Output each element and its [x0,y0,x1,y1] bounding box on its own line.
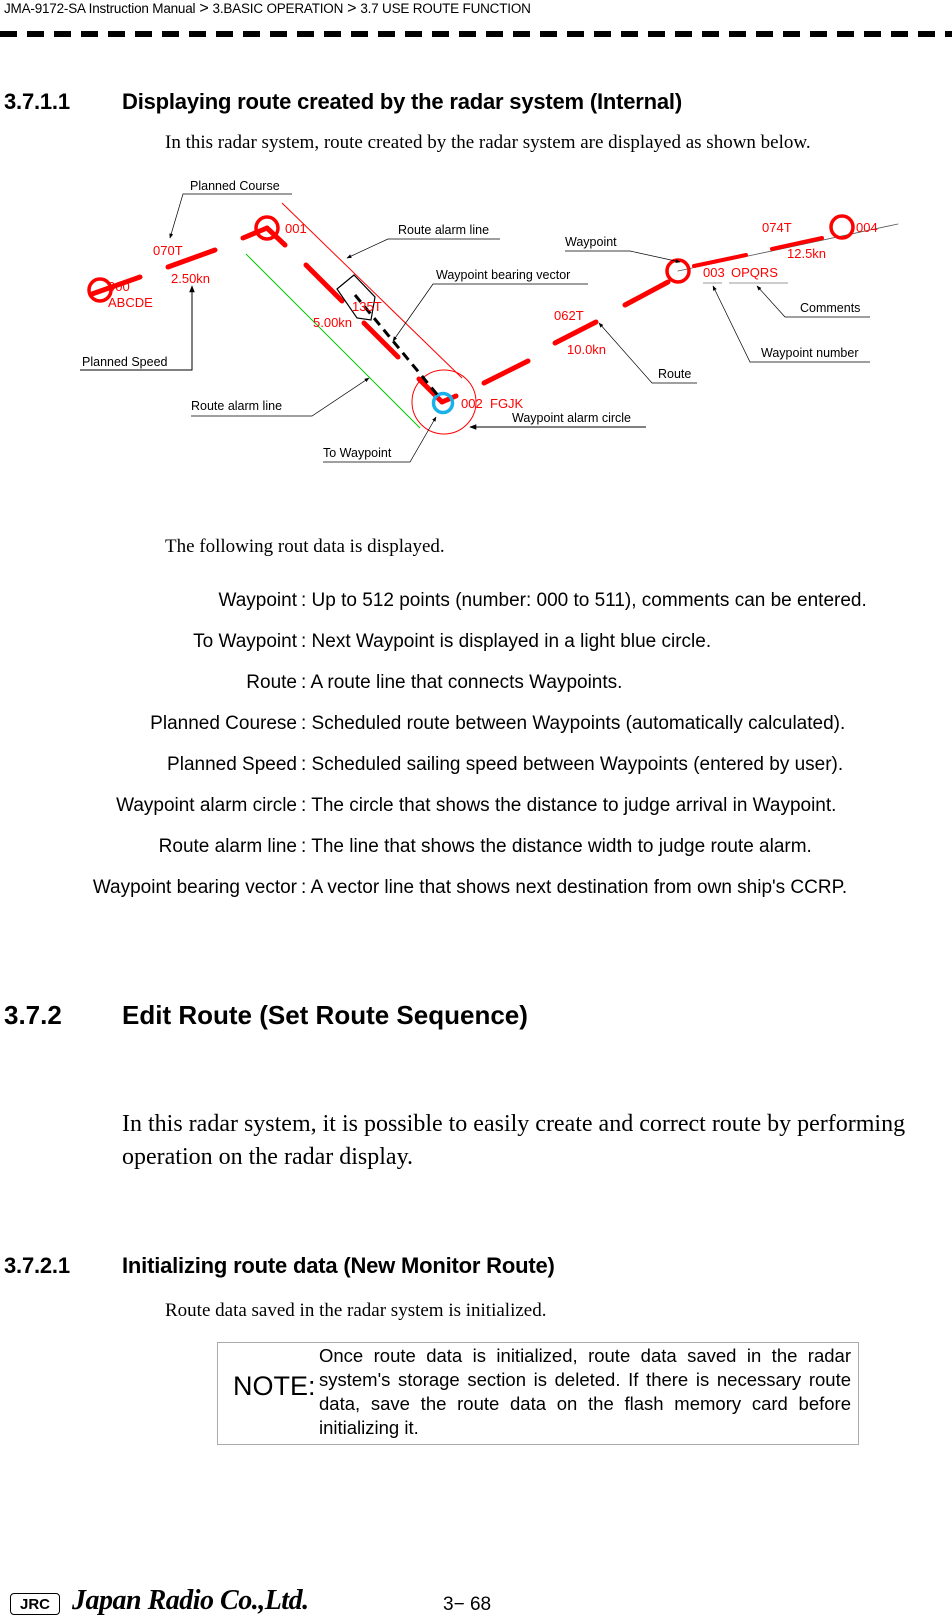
planned-speed-leg3: 10.0kn [567,342,606,357]
waypoint-comment-002: FGJK [490,396,524,411]
definition-desc: : A vector line that shows next destinat… [301,877,848,898]
waypoint-comment-000: ABCDE [108,295,153,310]
definition-term: To Waypoint [193,631,297,652]
definition-term: Waypoint [218,590,298,611]
definition-term: Planned Courese [150,713,297,734]
callout-comments: Comments [800,301,860,315]
breadcrumb-separator: > [199,0,209,17]
callout-route-alarm-line-top: Route alarm line [398,223,489,237]
running-header-breadcrumb: JMA-9172-SA Instruction Manual >3.BASIC O… [4,0,531,18]
note-label: NOTE: [233,1371,316,1401]
callout-waypoint: Waypoint [565,235,617,249]
section-title: Edit Route (Set Route Sequence) [122,1000,528,1030]
waypoint-004[interactable] [829,214,855,240]
note-text: Once route data is initialized, route da… [319,1345,851,1438]
definition-term: Waypoint alarm circle [116,795,297,816]
callout-route-alarm-line-bottom: Route alarm line [191,399,282,413]
section-heading-3721: 3.7.2.1 Initializing route data (New Moni… [4,1253,555,1279]
section-title: Initializing route data (New Monitor Rou… [122,1253,555,1278]
waypoint-number-001: 001 [285,221,307,236]
route-data-intro: The following rout data is displayed. [165,536,445,557]
callout-to-waypoint: To Waypoint [323,446,392,460]
planned-speed-leg4: 12.5kn [787,246,826,261]
waypoint-number-004: 004 [856,220,878,235]
callout-planned-course: Planned Course [190,179,280,193]
waypoint-comment-003: OPQRS [731,265,778,280]
callout-leader [346,238,500,259]
planned-course-leg3: 062T [554,308,584,323]
callout-leader [565,250,681,263]
breadcrumb-chapter[interactable]: 3.BASIC OPERATION [213,1,344,16]
company-name: Japan Radio Co.,Ltd. [72,1585,309,1616]
callout-waypoint-number: Waypoint number [761,346,859,360]
section-heading-3711: 3.7.1.1 Displaying route created by the r… [4,89,682,115]
section-number: 3.7.2.1 [4,1253,70,1278]
page-number: 3− 68 [443,1594,492,1615]
section-body: In this radar system, it is possible to … [122,1111,906,1170]
definition-desc: : Scheduled sailing speed between Waypoi… [301,754,844,775]
callout-waypoint-bearing-vector: Waypoint bearing vector [436,268,570,282]
waypoint-number-003: 003 [703,265,725,280]
waypoint-number-002: 002 [461,396,483,411]
definition-desc: : Scheduled route between Waypoints (aut… [301,713,846,734]
section-intro: In this radar system, route created by t… [165,132,811,153]
definition-desc: : A route line that connects Waypoints. [301,672,623,693]
route-segment [303,262,345,304]
planned-speed-leg1: 2.50kn [171,271,210,286]
definition-term: Route alarm line [158,836,297,857]
breadcrumb-manual[interactable]: JMA-9172-SA Instruction Manual [4,1,196,16]
route-segment [481,358,531,386]
callout-waypoint-alarm-circle: Waypoint alarm circle [512,411,631,425]
planned-course-leg1: 070T [153,243,183,258]
route-display-diagram: 000 ABCDE 001 002 FGJK 003 OPQRS 004 070… [80,179,899,463]
callout-route: Route [658,367,691,381]
route-segment [416,376,445,405]
route-segment [361,320,401,360]
waypoint-number-000: 000 [108,279,130,294]
definition-desc: : Up to 512 points (number: 000 to 511),… [301,590,867,611]
header-dashed-rule [0,31,952,37]
note-box: NOTE: Once route data is initialized, ro… [217,1342,859,1445]
route-segment [622,279,671,308]
planned-course-leg4: 074T [762,220,792,235]
definition-desc: : The circle that shows the distance to … [301,795,837,816]
definition-term: Planned Speed [167,754,297,775]
definition-desc: : The line that shows the distance width… [301,836,812,857]
planned-course-leg2: 135T [352,299,382,314]
section-heading-372: 3.7.2 Edit Route (Set Route Sequence) [4,1000,528,1031]
route-segment [552,319,599,346]
callout-planned-speed: Planned Speed [82,355,168,369]
breadcrumb-section[interactable]: 3.7 USE ROUTE FUNCTION [360,1,531,16]
section-title: Displaying route created by the radar sy… [122,89,682,114]
definition-term: Route [246,672,297,693]
jrc-logo: JRC [10,1593,60,1615]
planned-speed-leg2: 5.00kn [313,315,352,330]
section-number: 3.7.1.1 [4,89,70,114]
section-number: 3.7.2 [4,1000,62,1030]
waypoint-circle [829,214,855,240]
breadcrumb-separator: > [347,0,357,17]
section-body: Route data saved in the radar system is … [165,1300,547,1321]
definition-term: Waypoint bearing vector [92,877,297,898]
definition-desc: : Next Waypoint is displayed in a light … [301,631,712,652]
